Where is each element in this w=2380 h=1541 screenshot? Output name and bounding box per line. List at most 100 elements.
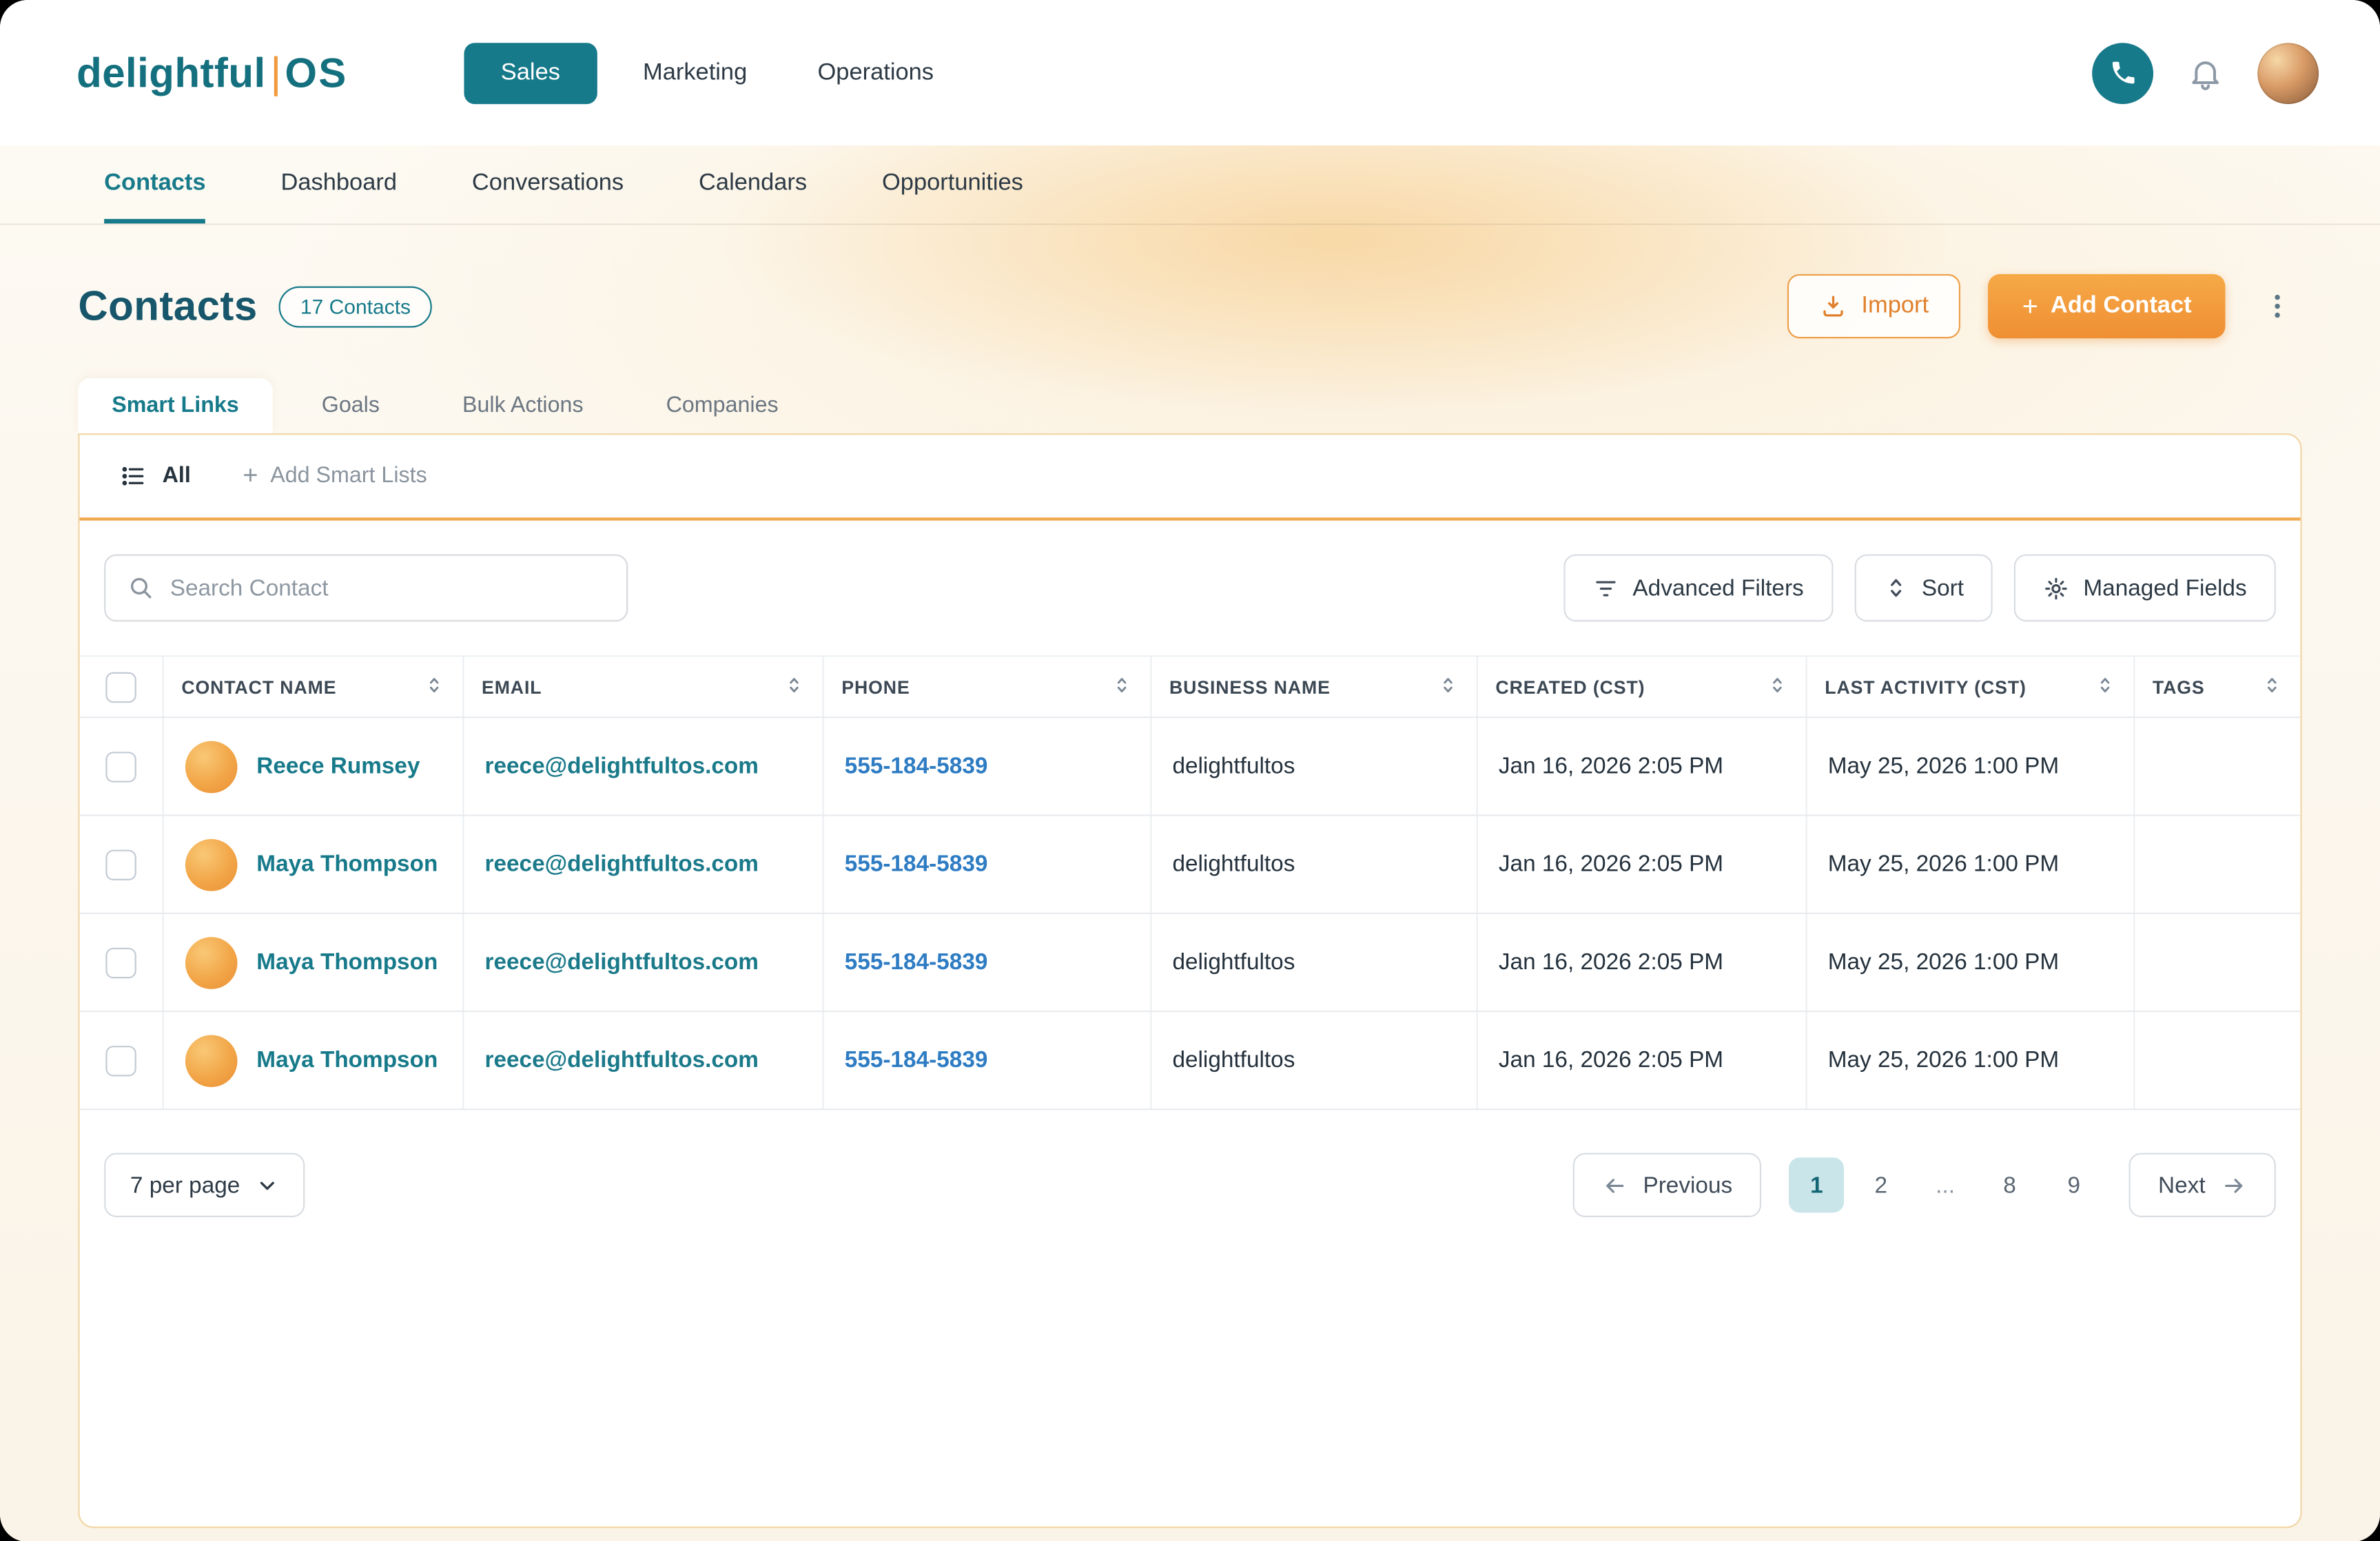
table-row[interactable]: Maya Thompson reece@delightfultos.com 55… [80, 1011, 2301, 1109]
nav-sales[interactable]: Sales [464, 42, 597, 103]
nav-marketing[interactable]: Marketing [618, 42, 771, 103]
email-link[interactable]: reece@delightfultos.com [484, 1047, 758, 1073]
page-number-8[interactable]: 8 [1982, 1157, 2037, 1212]
subnav-conversations[interactable]: Conversations [472, 145, 624, 223]
contact-name-link[interactable]: Maya Thompson [256, 949, 438, 975]
up-down-arrows-icon [1883, 576, 1908, 601]
email-link[interactable]: reece@delightfultos.com [484, 851, 758, 878]
table-row[interactable]: Reece Rumsey reece@delightfultos.com 555… [80, 717, 2301, 815]
bell-icon [2187, 54, 2224, 91]
kebab-menu-icon [2262, 291, 2292, 321]
arrow-right-icon [2221, 1172, 2247, 1198]
email-link[interactable]: reece@delightfultos.com [484, 754, 758, 780]
last-activity-cell: May 25, 2026 1:00 PM [1828, 851, 2059, 878]
select-all-checkbox[interactable] [105, 672, 136, 702]
business-name-cell: delightfultos [1172, 754, 1295, 780]
sort-arrows-icon[interactable] [1111, 674, 1131, 699]
created-cell: Jan 16, 2026 2:05 PM [1499, 949, 1723, 975]
business-name-cell: delightfultos [1172, 1047, 1295, 1073]
phone-link[interactable]: 555-184-5839 [845, 851, 988, 878]
tab-goals[interactable]: Goals [288, 378, 413, 433]
smart-lists-row: All + Add Smart Lists [80, 435, 2301, 520]
phone-link[interactable]: 555-184-5839 [845, 754, 988, 780]
contact-avatar [185, 1034, 237, 1086]
app-window: delightful|OS Sales Marketing Operations [0, 0, 2380, 1541]
col-contact-name: CONTACT NAME [181, 676, 336, 697]
row-checkbox[interactable] [105, 751, 136, 781]
managed-fields-button[interactable]: Managed Fields [2014, 555, 2275, 622]
next-page-button[interactable]: Next [2129, 1153, 2276, 1217]
import-button[interactable]: Import [1788, 274, 1961, 338]
col-created: CREATED (CST) [1495, 676, 1645, 697]
contact-name-link[interactable]: Maya Thompson [256, 1047, 438, 1073]
search-contact-input[interactable] [170, 575, 605, 601]
page-head: Contacts 17 Contacts Import + Add Contac… [78, 274, 2301, 338]
import-label: Import [1861, 293, 1929, 320]
add-smart-lists-button[interactable]: + Add Smart Lists [243, 461, 427, 491]
sort-arrows-icon[interactable] [783, 674, 803, 699]
contact-name-link[interactable]: Reece Rumsey [256, 754, 420, 780]
brand-part1: delightful [76, 50, 265, 97]
created-cell: Jan 16, 2026 2:05 PM [1499, 851, 1723, 878]
tab-companies[interactable]: Companies [633, 378, 812, 433]
top-bar: delightful|OS Sales Marketing Operations [0, 0, 2380, 145]
tab-smart-links[interactable]: Smart Links [78, 378, 272, 433]
smart-list-all[interactable]: All [119, 462, 190, 490]
main-area: Contacts Dashboard Conversations Calenda… [0, 145, 2380, 1541]
sort-label: Sort [1922, 575, 1964, 601]
subnav-contacts[interactable]: Contacts [104, 145, 205, 223]
table-row[interactable]: Maya Thompson reece@delightfultos.com 55… [80, 913, 2301, 1011]
sort-button[interactable]: Sort [1854, 555, 1993, 622]
more-options-button[interactable] [2253, 282, 2302, 331]
nav-operations[interactable]: Operations [793, 42, 958, 103]
row-checkbox[interactable] [105, 1045, 136, 1075]
business-name-cell: delightfultos [1172, 949, 1295, 975]
table-row[interactable]: Maya Thompson reece@delightfultos.com 55… [80, 816, 2301, 913]
per-page-select[interactable]: 7 per page [104, 1153, 305, 1217]
advanced-filters-label: Advanced Filters [1632, 575, 1803, 601]
user-avatar[interactable] [2257, 42, 2319, 103]
sort-arrows-icon[interactable] [1437, 674, 1457, 699]
subnav-opportunities[interactable]: Opportunities [882, 145, 1023, 223]
next-label: Next [2158, 1172, 2206, 1198]
subnav-dashboard[interactable]: Dashboard [280, 145, 397, 223]
phone-link[interactable]: 555-184-5839 [845, 1047, 988, 1073]
sort-arrows-icon[interactable] [1767, 674, 1787, 699]
phone-icon [2108, 58, 2137, 87]
add-contact-button[interactable]: + Add Contact [1989, 274, 2226, 338]
advanced-filters-button[interactable]: Advanced Filters [1563, 555, 1833, 622]
phone-link[interactable]: 555-184-5839 [845, 949, 988, 975]
page-number-1[interactable]: 1 [1789, 1157, 1844, 1212]
email-link[interactable]: reece@delightfultos.com [484, 949, 758, 975]
managed-fields-label: Managed Fields [2083, 575, 2246, 601]
tab-bulk-actions[interactable]: Bulk Actions [429, 378, 617, 433]
created-cell: Jan 16, 2026 2:05 PM [1499, 754, 1723, 780]
col-business-name: BUSINESS NAME [1169, 676, 1331, 697]
col-phone: PHONE [841, 676, 910, 697]
brand-logo[interactable]: delightful|OS [76, 48, 347, 97]
brand-divider: | [270, 48, 282, 97]
screen: delightful|OS Sales Marketing Operations [0, 0, 2380, 1541]
subnav-calendars[interactable]: Calendars [699, 145, 807, 223]
search-contact-box [104, 555, 628, 622]
notifications-button[interactable] [2187, 54, 2224, 91]
page-number-2[interactable]: 2 [1854, 1157, 1909, 1212]
row-checkbox[interactable] [105, 947, 136, 978]
funnel-icon [1593, 575, 1619, 601]
contacts-table: CONTACT NAME EMAIL PHONE BUSINESS NAME C… [80, 655, 2301, 1110]
sub-nav: Contacts Dashboard Conversations Calenda… [0, 145, 2380, 225]
sort-arrows-icon[interactable] [424, 674, 444, 699]
download-icon [1820, 293, 1847, 320]
contact-name-link[interactable]: Maya Thompson [256, 851, 438, 878]
arrow-left-icon [1601, 1172, 1628, 1198]
phone-button[interactable] [2092, 42, 2153, 103]
sort-arrows-icon[interactable] [2262, 674, 2282, 699]
contact-tabs: Smart Links Goals Bulk Actions Companies [78, 378, 2301, 433]
row-checkbox[interactable] [105, 849, 136, 879]
add-smart-lists-label: Add Smart Lists [270, 464, 427, 488]
sort-arrows-icon[interactable] [2094, 674, 2114, 699]
page-number-9[interactable]: 9 [2046, 1157, 2102, 1212]
magnifier-icon [127, 574, 154, 601]
previous-page-button[interactable]: Previous [1572, 1153, 1761, 1217]
business-name-cell: delightfultos [1172, 851, 1295, 878]
